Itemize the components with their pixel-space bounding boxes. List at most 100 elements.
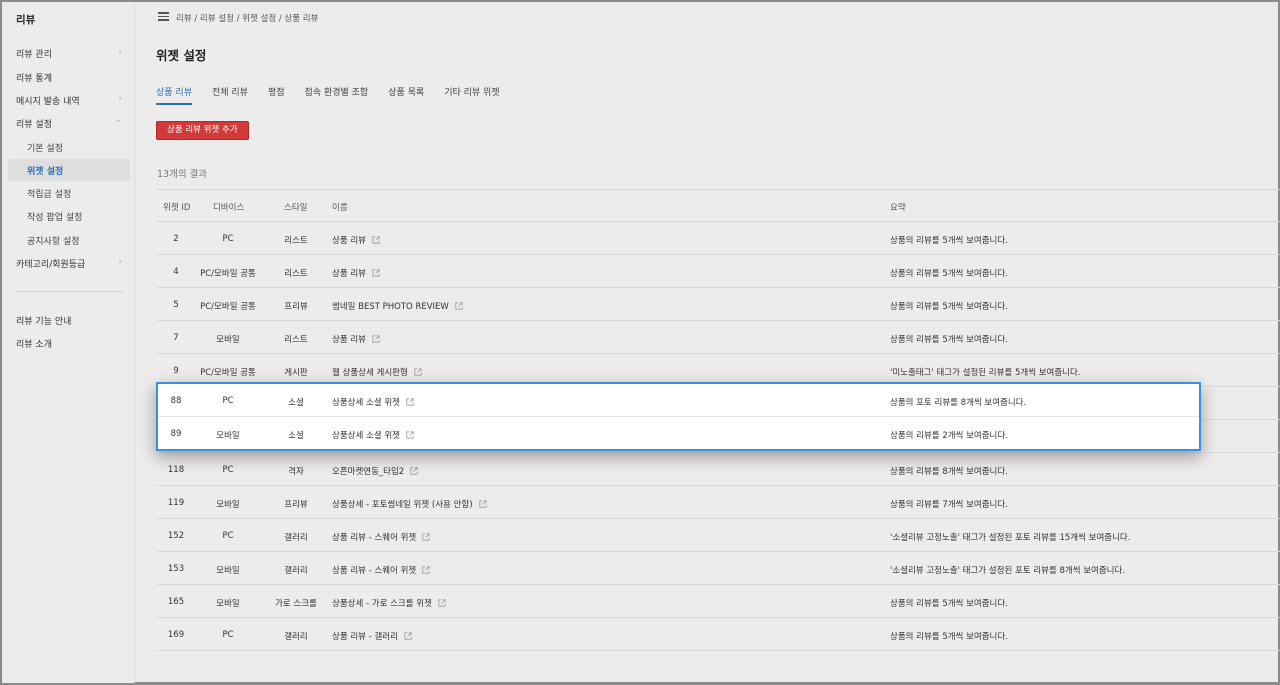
external-link-icon[interactable] — [406, 398, 414, 406]
cell-summary: 상품의 리뷰를 5개씩 보여줍니다. — [890, 236, 1008, 246]
cell-style: 소셜 — [288, 398, 304, 408]
table-row[interactable]: 2 PC 리스트 상품 리뷰 상품의 리뷰를 5개씩 보여줍니다. — [156, 222, 1280, 255]
cell-style: 프리뷰 — [284, 302, 308, 312]
widget-name[interactable]: 상품 리뷰 — [332, 236, 366, 246]
widget-name[interactable]: 웹 상품상세 게시판형 — [332, 368, 408, 378]
cell-summary: '소셜리뷰 고정노출' 태그가 설정된 포토 리뷰를 8개씩 보여줍니다. — [890, 566, 1126, 576]
cell-summary: 상품의 리뷰를 2개씩 보여줍니다. — [890, 431, 1008, 441]
widget-name[interactable]: 상품상세 - 가로 스크롤 위젯 — [332, 599, 432, 609]
sidebar: 리뷰 리뷰 관리 › 리뷰 통계 메시지 발송 내역 › 리뷰 설정 ⌄ 기본 … — [2, 2, 135, 683]
sidebar-item-label: 리뷰 통계 — [16, 74, 52, 84]
table-row[interactable]: 165 모바일 가로 스크롤 상품상세 - 가로 스크롤 위젯 상품의 리뷰를 5개씩 … — [156, 585, 1280, 618]
sidebar-item-message-history[interactable]: 메시지 발송 내역 › — [16, 94, 126, 107]
external-link-icon[interactable] — [372, 335, 380, 343]
menu-icon[interactable] — [158, 12, 169, 21]
sidebar-item-review-stats[interactable]: 리뷰 통계 — [16, 71, 126, 84]
chevron-right-icon: › — [118, 94, 122, 104]
external-link-icon[interactable] — [406, 431, 414, 439]
sidebar-item-review-manage[interactable]: 리뷰 관리 › — [16, 47, 126, 60]
table-header: 위젯 ID 디바이스 스타일 이름 요약 — [156, 189, 1280, 222]
cell-name: 썸네일 BEST PHOTO REVIEW — [332, 300, 463, 312]
widget-name[interactable]: 상품 리뷰 — [332, 335, 366, 345]
external-link-icon[interactable] — [455, 302, 463, 310]
header-summary: 요약 — [890, 203, 906, 213]
cell-name: 상품 리뷰 - 갤러리 — [332, 630, 412, 642]
sidebar-item-guide[interactable]: 리뷰 기능 안내 — [16, 314, 126, 327]
cell-style: 갤러리 — [284, 533, 308, 543]
cell-style: 프리뷰 — [284, 500, 308, 510]
external-link-icon[interactable] — [410, 467, 418, 475]
tab-other-widget[interactable]: 기타 리뷰 위젯 — [444, 85, 499, 105]
sidebar-subitem-notice[interactable]: 공지사항 설정 — [27, 234, 80, 247]
widget-name[interactable]: 상품상세 - 포토썸네일 위젯 (사용 안함) — [332, 500, 473, 510]
sidebar-brand: 리뷰 — [16, 14, 36, 26]
external-link-icon[interactable] — [438, 599, 446, 607]
highlighted-rows: 88 PC 소셜 상품상세 소셜 위젯 상품의 포토 리뷰를 8개씩 보여줍니다. 89 모… — [156, 382, 1201, 451]
header-id: 위젯 ID — [163, 203, 191, 213]
cell-name: 상품 리뷰 — [332, 234, 380, 246]
cell-summary: '미노출태그' 태그가 설정된 리뷰를 5개씩 보여줍니다. — [890, 368, 1081, 378]
breadcrumb: 리뷰 / 리뷰 설정 / 위젯 설정 / 상품 리뷰 — [176, 14, 319, 24]
cell-summary: 상품의 리뷰를 5개씩 보여줍니다. — [890, 599, 1008, 609]
cell-name: 상품상세 소셜 위젯 — [332, 396, 414, 408]
widget-name[interactable]: 오픈마켓연동_타입2 — [332, 467, 404, 477]
widget-name[interactable]: 상품상세 소셜 위젯 — [332, 398, 400, 408]
table-row[interactable]: 169 PC 갤러리 상품 리뷰 - 갤러리 상품의 리뷰를 5개씩 보여줍니다. — [156, 618, 1280, 651]
table-row[interactable]: 7 모바일 리스트 상품 리뷰 상품의 리뷰를 5개씩 보여줍니다. — [156, 321, 1280, 354]
table-row[interactable]: 4 PC/모바일 공통 리스트 상품 리뷰 상품의 리뷰를 5개씩 보여줍니다. — [156, 255, 1280, 288]
cell-style: 리스트 — [284, 269, 308, 279]
widget-name[interactable]: 상품 리뷰 - 갤러리 — [332, 632, 398, 642]
cell-name: 상품상세 - 포토썸네일 위젯 (사용 안함) — [332, 498, 487, 510]
sidebar-item-review-settings[interactable]: 리뷰 설정 ⌄ — [16, 115, 126, 130]
cell-style: 가로 스크롤 — [275, 599, 317, 609]
cell-style: 리스트 — [284, 236, 308, 246]
cell-name: 상품 리뷰 — [332, 267, 380, 279]
cell-name: 웹 상품상세 게시판형 — [332, 366, 422, 378]
widget-name[interactable]: 상품상세 소셜 위젯 — [332, 431, 400, 441]
sidebar-subitem-points[interactable]: 적립금 설정 — [27, 187, 71, 200]
table-row[interactable]: 88 PC 소셜 상품상세 소셜 위젯 상품의 포토 리뷰를 8개씩 보여줍니다. — [158, 384, 1199, 417]
cell-style: 갤러리 — [284, 632, 308, 642]
sidebar-subitem-basic[interactable]: 기본 설정 — [27, 141, 63, 154]
tab-environment-combo[interactable]: 접속 환경별 조합 — [305, 85, 369, 105]
add-widget-button[interactable]: 상품 리뷰 위젯 추가 — [156, 121, 249, 140]
cell-summary: 상품의 리뷰를 7개씩 보여줍니다. — [890, 500, 1008, 510]
external-link-icon[interactable] — [372, 269, 380, 277]
table-row[interactable]: 119 모바일 프리뷰 상품상세 - 포토썸네일 위젯 (사용 안함) 상품의 리뷰를 … — [156, 486, 1280, 519]
sidebar-item-category[interactable]: 카테고리/회원등급 › — [16, 257, 126, 270]
table-row[interactable]: 118 PC 격자 오픈마켓연동_타입2 상품의 리뷰를 8개씩 보여줍니다. — [156, 453, 1280, 486]
table-row[interactable]: 89 모바일 소셜 상품상세 소셜 위젯 상품의 리뷰를 2개씩 보여줍니다. — [158, 417, 1199, 450]
cell-name: 오픈마켓연동_타입2 — [332, 465, 418, 477]
tab-bar: 상품 리뷰 전체 리뷰 평점 접속 환경별 조합 상품 목록 기타 리뷰 위젯 — [156, 85, 520, 105]
tab-product-list[interactable]: 상품 목록 — [388, 85, 424, 105]
sidebar-item-intro[interactable]: 리뷰 소개 — [16, 337, 126, 350]
sidebar-divider — [16, 291, 124, 292]
tab-rating[interactable]: 평점 — [268, 85, 285, 105]
cell-style: 소셜 — [288, 431, 304, 441]
external-link-icon[interactable] — [404, 632, 412, 640]
cell-summary: 상품의 리뷰를 5개씩 보여줍니다. — [890, 335, 1008, 345]
table-row[interactable]: 152 PC 갤러리 상품 리뷰 - 스퀘어 위젯 '소셜리뷰 고정노출' 태그가 설정… — [156, 519, 1280, 552]
external-link-icon[interactable] — [414, 368, 422, 376]
sidebar-subitem-widget[interactable]: 위젯 설정 — [27, 164, 63, 177]
result-count: 13개의 결과 — [157, 169, 208, 180]
table-row[interactable]: 5 PC/모바일 공통 프리뷰 썸네일 BEST PHOTO REVIEW 상품의 리뷰… — [156, 288, 1280, 321]
cell-style: 리스트 — [284, 335, 308, 345]
tab-product-review[interactable]: 상품 리뷰 — [156, 85, 192, 105]
widget-name[interactable]: 상품 리뷰 - 스퀘어 위젯 — [332, 566, 416, 576]
widget-name[interactable]: 썸네일 BEST PHOTO REVIEW — [332, 302, 449, 312]
external-link-icon[interactable] — [478, 500, 487, 508]
widget-name[interactable]: 상품 리뷰 — [332, 269, 366, 279]
cell-name: 상품상세 - 가로 스크롤 위젯 — [332, 597, 446, 609]
table-row[interactable]: 153 모바일 갤러리 상품 리뷰 - 스퀘어 위젯 '소셜리뷰 고정노출' 태그가 설… — [156, 552, 1280, 585]
external-link-icon[interactable] — [422, 533, 430, 541]
external-link-icon[interactable] — [422, 566, 430, 574]
cell-summary: '소셜리뷰 고정노출' 태그가 설정된 포토 리뷰를 15개씩 보여줍니다. — [890, 533, 1131, 543]
widget-name[interactable]: 상품 리뷰 - 스퀘어 위젯 — [332, 533, 416, 543]
external-link-icon[interactable] — [372, 236, 380, 244]
sidebar-subitem-popup[interactable]: 작성 팝업 설정 — [27, 210, 82, 223]
main-content: 리뷰 / 리뷰 설정 / 위젯 설정 / 상품 리뷰 위젯 설정 상품 리뷰 전… — [136, 2, 1280, 683]
tab-all-review[interactable]: 전체 리뷰 — [212, 85, 248, 105]
cell-style: 격자 — [288, 467, 304, 477]
chevron-down-icon: ⌄ — [114, 115, 122, 125]
